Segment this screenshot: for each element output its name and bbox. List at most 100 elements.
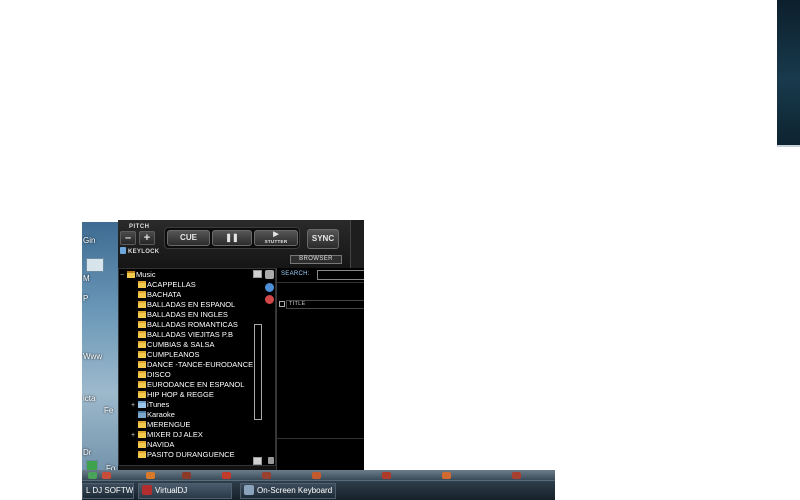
- tree-scrollbar[interactable]: [254, 324, 262, 420]
- folder-icon: [138, 281, 146, 288]
- tree-item-label: DANCE -TANCE-EURODANCE: [147, 360, 254, 369]
- sync-button[interactable]: SYNC: [307, 229, 339, 249]
- taskbar-item-on-screen-keyboard[interactable]: On-Screen Keyboard: [240, 483, 336, 499]
- app-shortcut-icon[interactable]: [88, 472, 97, 479]
- app-shortcut-icon[interactable]: [262, 472, 271, 479]
- divider: [277, 282, 364, 283]
- folder-icon: [138, 311, 146, 318]
- tree-item[interactable]: PASITO DURANGUENCE: [131, 450, 235, 460]
- desktop-icon-label[interactable]: Gin: [83, 236, 95, 245]
- lock-icon[interactable]: [268, 457, 274, 464]
- app-shortcut-icon[interactable]: [382, 472, 391, 479]
- music-folder-icon: [127, 271, 135, 278]
- desktop-icon-label[interactable]: P: [83, 294, 88, 303]
- tree-item-label: BALLADAS EN ESPANOL: [147, 300, 236, 309]
- tree-item[interactable]: BALLADAS EN ESPANOL: [131, 300, 235, 310]
- desktop-icon-label[interactable]: M: [83, 274, 90, 283]
- tree-item[interactable]: HIP HOP & REGGE: [131, 390, 214, 400]
- tree-item[interactable]: + iTunes: [131, 400, 169, 410]
- folder-icon: [138, 351, 146, 358]
- collapse-icon[interactable]: −: [120, 271, 127, 281]
- tree-item[interactable]: CUMPLEANOS: [131, 350, 200, 360]
- tree-item-label: DISCO: [147, 370, 171, 379]
- taskbar-item-virtualdj[interactable]: VirtualDJ: [138, 483, 232, 499]
- app-shortcut-icon[interactable]: [442, 472, 451, 479]
- tree-item[interactable]: DANCE -TANCE-EURODANCE: [131, 360, 253, 370]
- select-all-checkbox[interactable]: [279, 301, 285, 307]
- taskbar-item-dj-software[interactable]: L DJ SOFTW...: [82, 483, 134, 499]
- tree-item[interactable]: + MIXER DJ ALEX: [131, 430, 203, 440]
- column-header-title[interactable]: TITLE: [286, 300, 364, 309]
- pitch-label: PITCH: [129, 224, 150, 230]
- desktop-icon-label[interactable]: icta: [83, 394, 95, 403]
- app-shortcut-icon[interactable]: [146, 472, 155, 479]
- keylock-label: KEYLOCK: [128, 249, 160, 255]
- window-edge-line: [777, 145, 800, 147]
- tree-item[interactable]: Karaoke: [131, 410, 175, 420]
- tree-item-label: HIP HOP & REGGE: [147, 390, 214, 399]
- tree-item[interactable]: NAVIDA: [131, 440, 174, 450]
- desktop-icon-label[interactable]: Www: [83, 352, 102, 361]
- app-shortcut-icon[interactable]: [312, 472, 321, 479]
- app-shortcut-icon[interactable]: [102, 472, 111, 479]
- transport-controls: CUE ❚❚ ▶ STUTTER: [164, 227, 300, 249]
- tree-item-label: Karaoke: [147, 410, 175, 419]
- tree-item-label: MIXER DJ ALEX: [147, 430, 203, 439]
- tree-item[interactable]: ACAPPELLAS: [131, 280, 196, 290]
- itunes-folder-icon: [138, 401, 146, 408]
- playlist-icon[interactable]: [265, 295, 274, 304]
- song-list-panel: SEARCH: TITLE: [276, 268, 364, 470]
- search-input[interactable]: [317, 270, 364, 280]
- app-shortcut-icon[interactable]: [182, 472, 191, 479]
- play-stutter-button[interactable]: ▶ STUTTER: [254, 230, 298, 246]
- desktop-icon-label[interactable]: Dr: [83, 448, 91, 457]
- folder-icon: [138, 391, 146, 398]
- folder-icon: [138, 421, 146, 428]
- tree-item-label: BACHATA: [147, 290, 182, 299]
- virtualdj-window: PITCH – + KEYLOCK CUE ❚❚ ▶ STUTTER SYNC …: [118, 220, 364, 470]
- divider: [277, 438, 364, 439]
- folder-icon: [138, 361, 146, 368]
- pitch-plus-button[interactable]: +: [139, 231, 155, 245]
- app-shortcut-icon[interactable]: [222, 472, 231, 479]
- deck-edge: [350, 220, 364, 268]
- pause-button[interactable]: ❚❚: [212, 230, 252, 246]
- taskbar-item-label: L DJ SOFTW...: [86, 486, 133, 495]
- tree-root-music[interactable]: − Music: [120, 270, 156, 280]
- keylock-toggle[interactable]: KEYLOCK: [120, 247, 159, 255]
- tag-icon[interactable]: [265, 270, 274, 279]
- tree-item[interactable]: DISCO: [131, 370, 171, 380]
- desktop-file-icon[interactable]: [86, 258, 104, 272]
- deck-controls: PITCH – + KEYLOCK CUE ❚❚ ▶ STUTTER SYNC …: [118, 220, 364, 268]
- tree-item[interactable]: BACHATA: [131, 290, 181, 300]
- tree-item-label: EURODANCE EN ESPANOL: [147, 380, 245, 389]
- keyboard-icon: [244, 485, 254, 495]
- screen: Gin M P Www icta Fe Dr Fo PITCH – + KEYL…: [0, 0, 800, 500]
- tree-item[interactable]: EURODANCE EN ESPANOL: [131, 380, 244, 390]
- app-shortcut-icon[interactable]: [512, 472, 521, 479]
- folder-icon: [138, 321, 146, 328]
- tree-item[interactable]: MERENGUE: [131, 420, 190, 430]
- tree-item[interactable]: CUMBIAS & SALSA: [131, 340, 215, 350]
- desktop-icon-label[interactable]: Fe: [104, 406, 113, 415]
- pitch-minus-button[interactable]: –: [120, 231, 136, 245]
- filter-icon[interactable]: [265, 283, 274, 292]
- tree-item[interactable]: BALLADAS VIEJITAS P.B: [131, 330, 233, 340]
- tree-item-label: BALLADAS ROMANTICAS: [147, 320, 238, 329]
- desktop-area: Gin M P Www icta Fe Dr Fo: [82, 222, 118, 484]
- tab-browser[interactable]: BROWSER: [290, 255, 342, 264]
- tree-item-label: ACAPPELLAS: [147, 280, 196, 289]
- folder-icon: [138, 441, 146, 448]
- virtualdj-icon: [142, 485, 152, 495]
- play-icon: ▶: [273, 231, 279, 238]
- tree-item-label: CUMPLEANOS: [147, 350, 200, 359]
- tree-item-label: PASITO DURANGUENCE: [147, 450, 235, 459]
- scroll-up-button[interactable]: [253, 270, 262, 278]
- tree-item-label: iTunes: [147, 400, 170, 409]
- tree-item[interactable]: BALLADAS EN INGLES: [131, 310, 228, 320]
- scroll-down-button[interactable]: [253, 457, 262, 465]
- tree-item-label: NAVIDA: [147, 440, 175, 449]
- cue-button[interactable]: CUE: [167, 230, 210, 246]
- tree-item[interactable]: BALLADAS ROMANTICAS: [131, 320, 238, 330]
- folder-icon: [138, 341, 146, 348]
